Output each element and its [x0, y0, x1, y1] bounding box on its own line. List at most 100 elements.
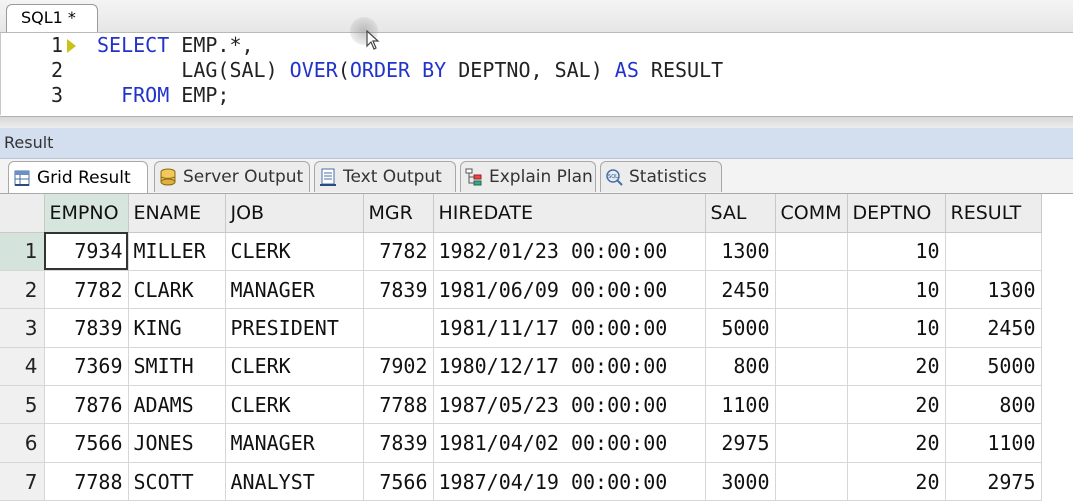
table-row[interactable]: 3 7839 KING PRESIDENT 1981/11/17 00:00:00 500… [0, 308, 1042, 348]
row-number-cell[interactable]: 5 [0, 385, 45, 425]
cell-hiredate[interactable]: 1981/06/09 00:00:00 [433, 270, 706, 310]
cell-empno[interactable]: 7566 [44, 423, 129, 463]
column-header-hiredate[interactable]: HIREDATE [433, 194, 706, 233]
column-header-sal[interactable]: SAL [705, 194, 776, 233]
cell-comm[interactable] [775, 462, 848, 502]
cell-result[interactable]: 1100 [945, 423, 1042, 463]
cell-ename[interactable]: SCOTT [128, 462, 226, 502]
cell-ename[interactable]: MILLER [128, 232, 226, 271]
sql-editor[interactable]: 1 2 3 SELECT EMP.*, LAG(SAL) OVER(ORDER … [0, 33, 1073, 115]
cell-comm[interactable] [775, 270, 848, 310]
cell-result[interactable]: 2975 [945, 462, 1042, 502]
row-number-cell[interactable]: 4 [0, 347, 45, 387]
cell-mgr[interactable]: 7566 [363, 462, 434, 502]
cell-result[interactable]: 2450 [945, 308, 1042, 348]
cell-comm[interactable] [775, 423, 848, 463]
cell-job[interactable]: CLERK [225, 232, 364, 271]
cell-deptno[interactable]: 10 [847, 232, 946, 271]
cell-job[interactable]: ANALYST [225, 462, 364, 502]
cell-mgr[interactable]: 7839 [363, 270, 434, 310]
tab-text-output[interactable]: Text Output [314, 161, 456, 192]
cell-sal[interactable]: 5000 [705, 308, 776, 348]
cell-job[interactable]: CLERK [225, 347, 364, 387]
tab-server-output[interactable]: Server Output [154, 161, 310, 192]
cell-mgr[interactable]: 7902 [363, 347, 434, 387]
cell-sal[interactable]: 2450 [705, 270, 776, 310]
cell-deptno[interactable]: 20 [847, 423, 946, 463]
cell-ename[interactable]: ADAMS [128, 385, 226, 425]
cell-comm[interactable] [775, 232, 848, 271]
code-line[interactable]: SELECT EMP.*, [97, 33, 254, 57]
cell-sal[interactable]: 1300 [705, 232, 776, 271]
cell-job[interactable]: MANAGER [225, 270, 364, 310]
cell-hiredate[interactable]: 1981/04/02 00:00:00 [433, 423, 706, 463]
cell-empno[interactable]: 7788 [44, 462, 129, 502]
tab-grid-result[interactable]: Grid Result [8, 161, 148, 193]
cell-hiredate[interactable]: 1982/01/23 00:00:00 [433, 232, 706, 271]
cell-ename[interactable]: CLARK [128, 270, 226, 310]
row-number-cell[interactable]: 7 [0, 462, 45, 502]
sql-text: EMP; [169, 83, 230, 107]
cell-deptno[interactable]: 10 [847, 270, 946, 310]
cell-mgr[interactable]: 7782 [363, 232, 434, 271]
column-header-mgr[interactable]: MGR [363, 194, 434, 233]
cell-ename[interactable]: KING [128, 308, 226, 348]
cell-ename[interactable]: JONES [128, 423, 226, 463]
tab-statistics[interactable]: SQL Statistics [600, 161, 722, 192]
row-number-cell[interactable]: 3 [0, 308, 45, 348]
code-line[interactable]: FROM EMP; [97, 83, 229, 107]
cell-hiredate[interactable]: 1987/04/19 00:00:00 [433, 462, 706, 502]
cell-deptno[interactable]: 20 [847, 385, 946, 425]
cell-sal[interactable]: 2975 [705, 423, 776, 463]
tab-sql1[interactable]: SQL1 * [6, 4, 98, 32]
table-row[interactable]: 2 7782 CLARK MANAGER 7839 1981/06/09 00:00:00… [0, 270, 1042, 310]
corner-cell[interactable] [0, 194, 45, 233]
cell-deptno[interactable]: 10 [847, 308, 946, 348]
column-header-comm[interactable]: COMM [775, 194, 848, 233]
cell-empno[interactable]: 7369 [44, 347, 129, 387]
cell-result[interactable]: 800 [945, 385, 1042, 425]
column-header-deptno[interactable]: DEPTNO [847, 194, 946, 233]
cell-comm[interactable] [775, 308, 848, 348]
cell-mgr[interactable]: 7839 [363, 423, 434, 463]
cell-ename[interactable]: SMITH [128, 347, 226, 387]
cell-sal[interactable]: 1100 [705, 385, 776, 425]
column-header-ename[interactable]: ENAME [128, 194, 226, 233]
cell-empno[interactable]: 7839 [44, 308, 129, 348]
table-row[interactable]: 4 7369 SMITH CLERK 7902 1980/12/17 00:00:00 80… [0, 347, 1042, 387]
column-header-job[interactable]: JOB [225, 194, 364, 233]
cell-hiredate[interactable]: 1987/05/23 00:00:00 [433, 385, 706, 425]
code-line[interactable]: LAG(SAL) OVER(ORDER BY DEPTNO, SAL) AS R… [97, 58, 723, 82]
cell-result[interactable] [945, 232, 1042, 271]
table-row[interactable]: 7 7788 SCOTT ANALYST 7566 1987/04/19 00:00:00… [0, 462, 1042, 502]
cell-empno[interactable]: 7934 [44, 232, 129, 271]
row-number-cell[interactable]: 6 [0, 423, 45, 463]
table-row[interactable]: 6 7566 JONES MANAGER 7839 1981/04/02 00:00:00… [0, 423, 1042, 463]
result-grid[interactable]: EMPNO ENAME JOB MGR HIREDATE SAL COMM DE… [0, 194, 1073, 502]
row-number-cell[interactable]: 1 [0, 232, 45, 271]
cell-deptno[interactable]: 20 [847, 347, 946, 387]
cell-hiredate[interactable]: 1981/11/17 00:00:00 [433, 308, 706, 348]
cell-comm[interactable] [775, 347, 848, 387]
column-header-result[interactable]: RESULT [945, 194, 1042, 233]
cell-result[interactable]: 5000 [945, 347, 1042, 387]
cell-job[interactable]: PRESIDENT [225, 308, 364, 348]
cell-deptno[interactable]: 20 [847, 462, 946, 502]
cell-job[interactable]: MANAGER [225, 423, 364, 463]
table-row[interactable]: 5 7876 ADAMS CLERK 7788 1987/05/23 00:00:00 11… [0, 385, 1042, 425]
cell-sal[interactable]: 3000 [705, 462, 776, 502]
column-header-empno[interactable]: EMPNO [44, 194, 129, 233]
svg-text:SQL: SQL [608, 174, 618, 180]
table-row[interactable]: 1 7934 MILLER CLERK 7782 1982/01/23 00:00:00 1… [0, 232, 1042, 271]
row-number-cell[interactable]: 2 [0, 270, 45, 310]
cell-sal[interactable]: 800 [705, 347, 776, 387]
cell-comm[interactable] [775, 385, 848, 425]
cell-empno[interactable]: 7782 [44, 270, 129, 310]
cell-mgr[interactable] [363, 308, 434, 348]
cell-job[interactable]: CLERK [225, 385, 364, 425]
tab-explain-plan[interactable]: Explain Plan [460, 161, 596, 192]
cell-result[interactable]: 1300 [945, 270, 1042, 310]
cell-mgr[interactable]: 7788 [363, 385, 434, 425]
cell-empno[interactable]: 7876 [44, 385, 129, 425]
cell-hiredate[interactable]: 1980/12/17 00:00:00 [433, 347, 706, 387]
